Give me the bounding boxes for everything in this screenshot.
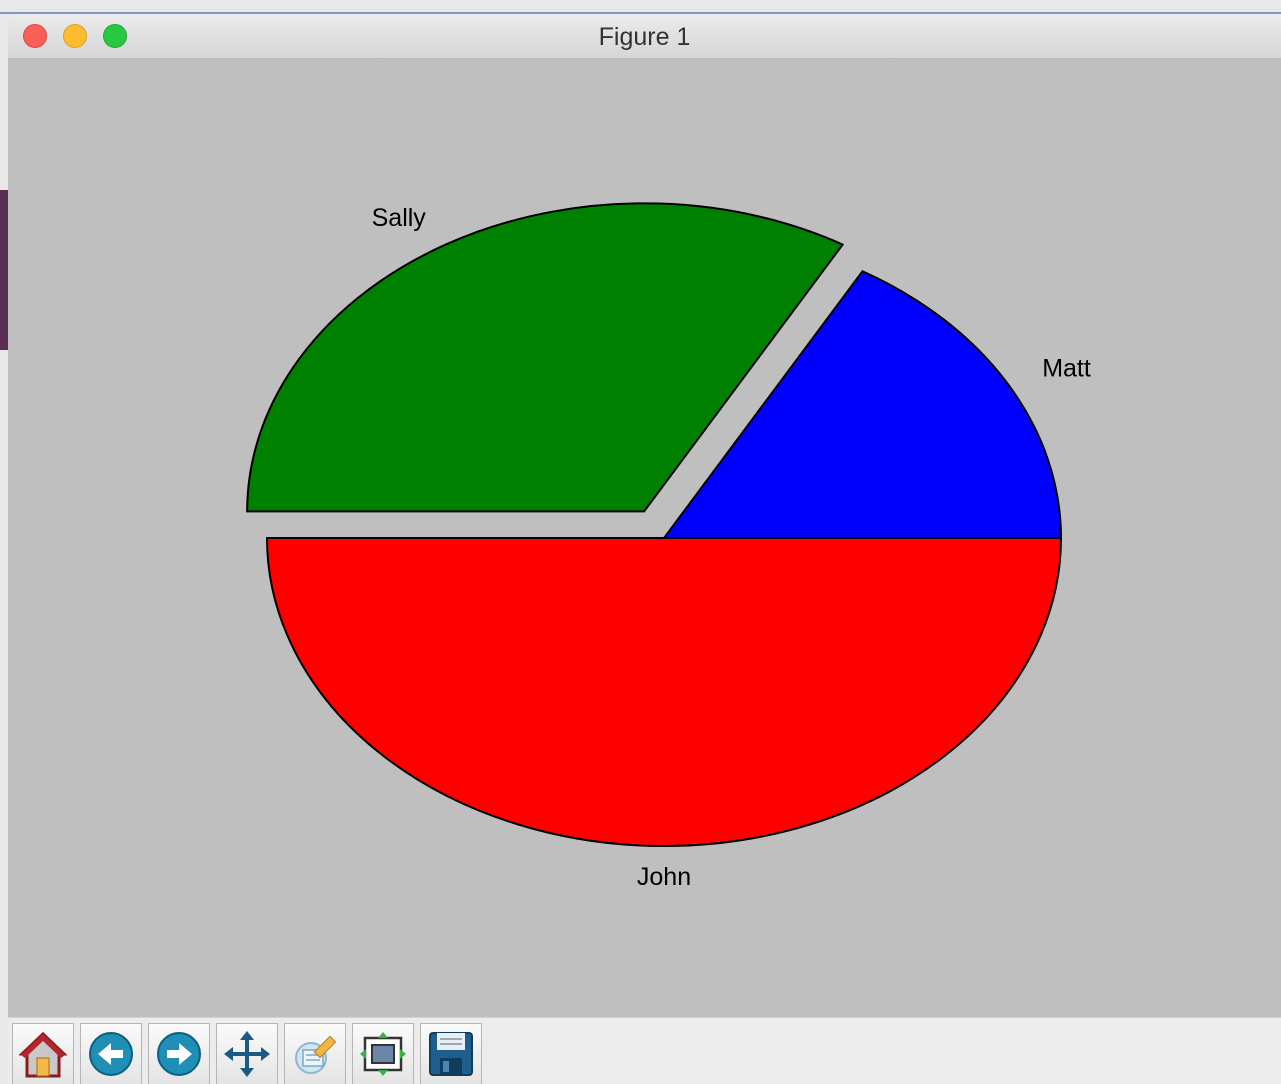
move-icon bbox=[224, 1031, 270, 1077]
pan-button[interactable] bbox=[216, 1023, 278, 1084]
back-button[interactable] bbox=[80, 1023, 142, 1084]
arrow-left-icon bbox=[89, 1032, 133, 1076]
pie-chart: Matt Sally John bbox=[246, 202, 1091, 891]
home-icon bbox=[19, 1031, 67, 1078]
pie-label-sally: Sally bbox=[372, 204, 427, 232]
floppy-disk-icon bbox=[429, 1032, 473, 1076]
pie-slice-john bbox=[265, 537, 1063, 847]
figure-window: Figure 1 Matt Sally John bbox=[8, 14, 1281, 1084]
navigation-toolbar bbox=[8, 1017, 1281, 1084]
save-button[interactable] bbox=[420, 1023, 482, 1084]
zoom-rect-icon bbox=[295, 1035, 337, 1074]
forward-button[interactable] bbox=[148, 1023, 210, 1084]
home-button[interactable] bbox=[12, 1023, 74, 1084]
pie-label-john: John bbox=[637, 863, 691, 891]
background-window-edge bbox=[0, 190, 8, 350]
subplots-button[interactable] bbox=[352, 1023, 414, 1084]
subplots-icon bbox=[360, 1032, 406, 1076]
arrow-right-icon bbox=[157, 1032, 201, 1076]
zoom-button[interactable] bbox=[284, 1023, 346, 1084]
figure-canvas[interactable]: Matt Sally John bbox=[8, 59, 1281, 1017]
pie-label-matt: Matt bbox=[1042, 355, 1091, 383]
